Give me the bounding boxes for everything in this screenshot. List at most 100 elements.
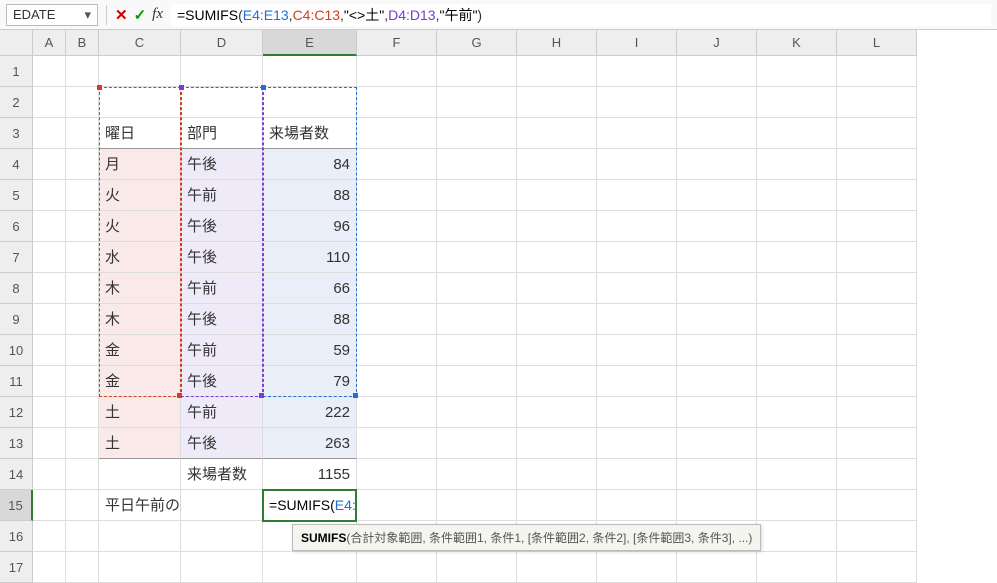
cell[interactable]: 来場者数 xyxy=(181,459,263,490)
cell[interactable] xyxy=(66,56,99,87)
cell[interactable] xyxy=(437,149,517,180)
col-L[interactable]: L xyxy=(837,30,917,56)
cell[interactable] xyxy=(517,211,597,242)
cell[interactable] xyxy=(517,180,597,211)
cell[interactable] xyxy=(677,56,757,87)
cell[interactable] xyxy=(66,428,99,459)
cell[interactable]: 263 xyxy=(263,428,357,459)
cell[interactable] xyxy=(517,428,597,459)
cell[interactable] xyxy=(677,459,757,490)
cell[interactable] xyxy=(837,242,917,273)
spreadsheet[interactable]: A B C D E F G H I J K L 123曜日部門来場者数4月午後8… xyxy=(0,30,997,583)
row-header[interactable]: 8 xyxy=(0,273,33,304)
col-C[interactable]: C xyxy=(99,30,181,56)
cell[interactable] xyxy=(677,211,757,242)
row-header[interactable]: 7 xyxy=(0,242,33,273)
cell[interactable] xyxy=(99,56,181,87)
cell[interactable] xyxy=(517,118,597,149)
chevron-down-icon[interactable]: ▾ xyxy=(84,7,91,23)
cancel-icon[interactable]: ✕ xyxy=(115,6,128,24)
cell[interactable] xyxy=(837,87,917,118)
cell[interactable] xyxy=(597,56,677,87)
cell[interactable] xyxy=(757,180,837,211)
cell[interactable]: 84 xyxy=(263,149,357,180)
cell[interactable] xyxy=(33,304,66,335)
cell[interactable] xyxy=(357,149,437,180)
cell[interactable] xyxy=(757,459,837,490)
cell[interactable]: 222 xyxy=(263,397,357,428)
cell[interactable] xyxy=(837,521,917,552)
cell[interactable]: 午後 xyxy=(181,211,263,242)
cell[interactable] xyxy=(66,87,99,118)
cell[interactable] xyxy=(677,118,757,149)
cell[interactable] xyxy=(33,397,66,428)
cell[interactable]: 1155 xyxy=(263,459,357,490)
cell[interactable] xyxy=(837,180,917,211)
cell[interactable] xyxy=(437,242,517,273)
cell[interactable] xyxy=(181,521,263,552)
col-B[interactable]: B xyxy=(66,30,99,56)
cell[interactable] xyxy=(357,552,437,583)
row-header[interactable]: 13 xyxy=(0,428,33,459)
cell[interactable] xyxy=(357,304,437,335)
cell[interactable] xyxy=(437,428,517,459)
cell[interactable] xyxy=(597,87,677,118)
cell[interactable] xyxy=(677,397,757,428)
cell[interactable]: 110 xyxy=(263,242,357,273)
cell[interactable] xyxy=(99,552,181,583)
cell[interactable] xyxy=(517,273,597,304)
cell[interactable] xyxy=(837,335,917,366)
cell[interactable] xyxy=(357,335,437,366)
cell[interactable] xyxy=(597,366,677,397)
cell[interactable]: 66 xyxy=(263,273,357,304)
row-header[interactable]: 11 xyxy=(0,366,33,397)
cell[interactable] xyxy=(677,552,757,583)
cell[interactable] xyxy=(757,149,837,180)
cell[interactable] xyxy=(757,242,837,273)
cell[interactable] xyxy=(517,87,597,118)
cell[interactable] xyxy=(757,397,837,428)
cell[interactable] xyxy=(837,211,917,242)
cell[interactable] xyxy=(517,149,597,180)
row-header[interactable]: 9 xyxy=(0,304,33,335)
cell[interactable]: 午後 xyxy=(181,304,263,335)
cell[interactable] xyxy=(517,56,597,87)
cell[interactable] xyxy=(33,56,66,87)
cell[interactable]: 午前 xyxy=(181,273,263,304)
cell[interactable]: 月 xyxy=(99,149,181,180)
col-H[interactable]: H xyxy=(517,30,597,56)
cell[interactable] xyxy=(757,273,837,304)
row-header[interactable]: 2 xyxy=(0,87,33,118)
cell[interactable] xyxy=(517,335,597,366)
cell[interactable] xyxy=(597,273,677,304)
cell[interactable] xyxy=(66,459,99,490)
cell[interactable] xyxy=(597,118,677,149)
cell[interactable] xyxy=(757,552,837,583)
cell[interactable] xyxy=(597,428,677,459)
cell[interactable] xyxy=(99,459,181,490)
cell[interactable]: 午後 xyxy=(181,428,263,459)
cell[interactable] xyxy=(757,366,837,397)
fx-icon[interactable]: fx xyxy=(152,6,163,23)
cell[interactable] xyxy=(66,490,99,521)
cell[interactable] xyxy=(181,87,263,118)
cell[interactable]: 午前 xyxy=(181,180,263,211)
cell[interactable] xyxy=(357,242,437,273)
select-all-corner[interactable] xyxy=(0,30,33,56)
cell[interactable] xyxy=(757,87,837,118)
cell[interactable] xyxy=(597,459,677,490)
cell[interactable] xyxy=(357,118,437,149)
row-header[interactable]: 3 xyxy=(0,118,33,149)
cell[interactable] xyxy=(66,521,99,552)
cell[interactable]: 88 xyxy=(263,304,357,335)
cell[interactable] xyxy=(66,397,99,428)
cell[interactable] xyxy=(597,335,677,366)
row-header[interactable]: 15 xyxy=(0,490,33,521)
cell[interactable]: 59 xyxy=(263,335,357,366)
cell[interactable]: 96 xyxy=(263,211,357,242)
cell[interactable]: 火 xyxy=(99,211,181,242)
col-E[interactable]: E xyxy=(263,30,357,56)
cell[interactable] xyxy=(181,56,263,87)
cell[interactable] xyxy=(437,211,517,242)
cell[interactable] xyxy=(181,490,263,521)
